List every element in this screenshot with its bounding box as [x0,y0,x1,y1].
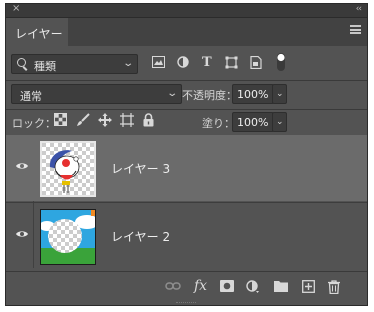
opacity-label: 不透明度： [182,89,237,102]
layer-row[interactable]: レイヤー 3 [6,135,367,201]
layers-panel: × ‹‹ レイヤー 種類 ⌄ T 通常 ⌄ 不透明度： 100% ⌄ ロック： … [5,3,368,306]
eye-icon[interactable] [15,227,29,241]
lock-all-icon[interactable] [143,113,154,131]
smart-object-filter-icon[interactable] [250,55,262,73]
new-layer-icon[interactable] [302,280,315,297]
shape-filter-icon[interactable] [225,56,238,73]
panel-title-bar: × ‹‹ [6,3,367,18]
divider [6,109,367,110]
new-adjustment-icon[interactable] [246,280,260,298]
image-filter-icon[interactable] [152,56,165,72]
lock-label: ロック： [12,117,56,130]
new-group-icon[interactable] [274,280,288,296]
eye-icon[interactable] [15,159,29,173]
layers-list: レイヤー 3 レイヤー 2 [6,135,367,268]
lock-image-pixels-icon[interactable] [76,113,90,131]
filter-row: 種類 ⌄ T [6,52,367,78]
resize-grip[interactable] [176,302,196,304]
panel-menu-icon[interactable] [350,25,361,34]
lock-artboard-icon[interactable] [120,113,134,131]
tab-layers[interactable]: レイヤー [6,18,68,46]
fill-dropdown-button[interactable]: ⌄ [272,112,287,132]
lock-transparent-pixels-icon[interactable] [54,113,67,130]
lock-position-icon[interactable] [98,113,112,131]
layer-thumbnail [40,141,96,197]
opacity-dropdown-button[interactable]: ⌄ [272,84,287,104]
blend-mode-select[interactable]: 通常 ⌄ [11,84,182,104]
divider [6,80,367,81]
fill-label: 塗り： [202,117,235,130]
link-layers-icon[interactable] [165,280,181,295]
layer-row[interactable]: レイヤー 2 [6,203,367,269]
adjustment-filter-icon[interactable] [177,56,189,72]
chevron-down-icon: ⌄ [121,58,134,69]
lock-row: ロック： 塗り： 100% ⌄ [6,112,367,134]
blend-row: 通常 ⌄ 不透明度： 100% ⌄ [6,84,367,106]
add-mask-icon[interactable] [220,280,234,296]
layer-style-icon[interactable]: fx [194,278,207,294]
search-icon [17,58,26,67]
layers-footer-toolbar: fx [6,271,367,305]
layer-thumbnail [40,209,96,265]
type-filter-icon[interactable]: T [202,56,212,70]
layer-name[interactable]: レイヤー 2 [111,228,170,245]
kind-filter-value: 種類 [34,60,56,73]
close-icon[interactable]: × [12,3,20,14]
fill-input[interactable]: 100% [232,112,274,132]
tab-strip: レイヤー [6,18,367,46]
filter-toggle-icon[interactable] [276,52,286,76]
chevron-down-icon: ⌄ [165,88,178,99]
layer-name[interactable]: レイヤー 3 [111,160,170,177]
kind-filter-select[interactable]: 種類 ⌄ [11,54,138,74]
delete-layer-icon[interactable] [328,280,340,298]
opacity-input[interactable]: 100% [232,84,274,104]
collapse-icon[interactable]: ‹‹ [356,4,362,14]
blend-mode-value: 通常 [20,90,42,103]
